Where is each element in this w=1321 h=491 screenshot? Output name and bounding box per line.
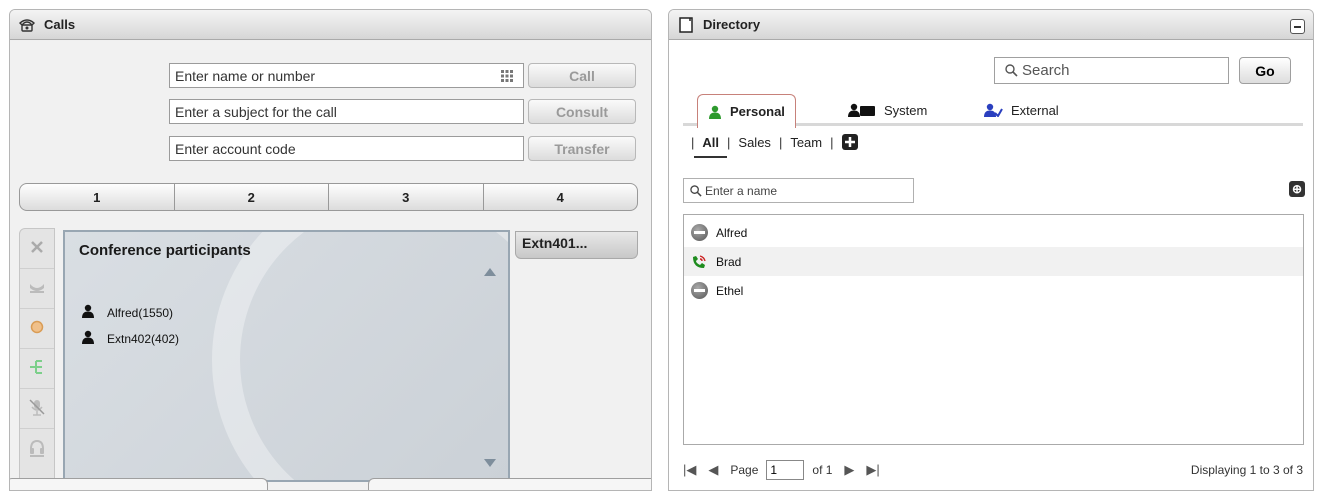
keypad-icon[interactable] bbox=[500, 69, 514, 83]
mute-button[interactable] bbox=[20, 389, 54, 429]
transfer-button[interactable]: Transfer bbox=[528, 136, 636, 161]
subtab-separator: | bbox=[830, 134, 834, 150]
on-call-phone-icon bbox=[690, 253, 708, 271]
line-3-tab[interactable]: 3 bbox=[329, 184, 484, 210]
hold-button[interactable] bbox=[20, 269, 54, 309]
personal-person-icon bbox=[708, 105, 722, 119]
contact-row-brad[interactable]: Brad bbox=[684, 247, 1303, 276]
record-icon bbox=[30, 320, 44, 337]
handset-icon bbox=[28, 280, 46, 297]
subtab-sales[interactable]: Sales bbox=[738, 135, 771, 150]
participant-item: Extn402(402) bbox=[81, 330, 179, 347]
name-filter-placeholder: Enter a name bbox=[705, 183, 778, 198]
directory-panel: Directory Search Go Personal System Exte… bbox=[668, 9, 1314, 491]
subtab-separator: | bbox=[727, 134, 731, 150]
participant-name: Alfred(1550) bbox=[107, 305, 174, 320]
group-subtabs: | All | Sales | Team | bbox=[691, 134, 858, 158]
tab-personal[interactable]: Personal bbox=[697, 94, 796, 128]
line-2-tab[interactable]: 2 bbox=[175, 184, 329, 210]
page-count-label: of 1 bbox=[812, 463, 833, 477]
calls-panel: Calls Call Consult Transfer 1 2 3 4 Conf… bbox=[9, 9, 652, 491]
conference-title: Conference participants bbox=[79, 242, 251, 259]
close-icon bbox=[30, 240, 44, 257]
conference-button[interactable] bbox=[20, 349, 54, 389]
name-filter-input[interactable]: Enter a name bbox=[683, 178, 914, 203]
contact-name: Brad bbox=[716, 254, 742, 269]
do-not-disturb-icon bbox=[690, 282, 708, 300]
tab-personal-label: Personal bbox=[730, 104, 785, 119]
tab-external-label: External bbox=[1011, 102, 1059, 118]
subtab-team[interactable]: Team bbox=[790, 135, 822, 150]
person-icon bbox=[81, 304, 95, 321]
system-users-icon bbox=[848, 103, 876, 117]
contact-row-ethel[interactable]: Ethel bbox=[684, 276, 1303, 305]
tab-system-label: System bbox=[884, 102, 928, 118]
participant-item: Alfred(1550) bbox=[81, 304, 173, 321]
person-icon bbox=[81, 330, 95, 347]
bottom-tab-left[interactable] bbox=[10, 478, 268, 490]
contact-row-alfred[interactable]: Alfred bbox=[684, 218, 1303, 247]
conference-tree-icon bbox=[29, 358, 45, 379]
call-button[interactable]: Call bbox=[528, 63, 636, 88]
line-4-tab[interactable]: 4 bbox=[484, 184, 638, 210]
conference-participants-panel: Conference participants Alfred(1550) Ext… bbox=[63, 230, 510, 482]
go-button[interactable]: Go bbox=[1239, 57, 1291, 84]
subject-input[interactable] bbox=[169, 99, 524, 124]
add-contact-button[interactable]: ⊕ bbox=[1289, 181, 1305, 197]
search-icon bbox=[690, 184, 702, 197]
participant-name: Extn402(402) bbox=[107, 331, 180, 346]
page-number-input[interactable] bbox=[766, 460, 805, 480]
scroll-up-icon[interactable] bbox=[484, 264, 496, 279]
headset-icon bbox=[28, 439, 46, 460]
subtab-separator: | bbox=[778, 134, 783, 150]
consult-button[interactable]: Consult bbox=[528, 99, 636, 124]
headset-button[interactable] bbox=[20, 429, 54, 469]
add-group-icon[interactable] bbox=[841, 134, 858, 150]
directory-header: Directory bbox=[669, 10, 1313, 40]
bottom-tab-right[interactable] bbox=[368, 478, 651, 490]
subtab-all[interactable]: All bbox=[694, 135, 727, 158]
contact-name: Alfred bbox=[716, 225, 748, 240]
previous-page-icon[interactable]: ◀ bbox=[708, 462, 718, 478]
call-tab-extn401[interactable]: Extn401... bbox=[515, 231, 638, 259]
subtab-separator: | bbox=[691, 134, 695, 150]
directory-title: Directory bbox=[703, 17, 761, 32]
line-1-tab[interactable]: 1 bbox=[20, 184, 175, 210]
external-contact-icon bbox=[983, 103, 1003, 117]
directory-tabs: Personal System External bbox=[683, 94, 1303, 128]
last-page-icon[interactable]: ▶| bbox=[866, 462, 879, 478]
first-page-icon[interactable]: |◀ bbox=[683, 462, 696, 478]
minimize-button[interactable] bbox=[1290, 19, 1305, 34]
drop-call-button[interactable] bbox=[20, 229, 54, 269]
scroll-down-icon[interactable] bbox=[484, 455, 496, 470]
next-page-icon[interactable]: ▶ bbox=[844, 462, 854, 478]
search-icon bbox=[1005, 64, 1018, 77]
calls-body: Call Consult Transfer 1 2 3 4 Conference… bbox=[10, 41, 651, 490]
plus-icon: ⊕ bbox=[1291, 182, 1303, 196]
page-label: Page bbox=[730, 463, 759, 477]
pager: |◀ ◀ Page of 1 ▶ ▶| Displaying 1 to 3 of… bbox=[683, 458, 1303, 482]
account-code-input[interactable] bbox=[169, 136, 524, 161]
record-button[interactable] bbox=[20, 309, 54, 349]
phone-icon bbox=[18, 17, 36, 33]
contact-list: Alfred Brad Ethel bbox=[683, 214, 1304, 445]
do-not-disturb-icon bbox=[690, 224, 708, 242]
directory-search-input[interactable]: Search bbox=[994, 57, 1229, 84]
name-number-input[interactable] bbox=[169, 63, 524, 88]
call-actions-sidebar bbox=[19, 228, 55, 482]
calls-header: Calls bbox=[10, 10, 651, 40]
tab-system[interactable]: System bbox=[838, 94, 937, 126]
tab-external[interactable]: External bbox=[973, 94, 1069, 126]
search-placeholder: Search bbox=[1022, 62, 1070, 79]
mute-microphone-icon bbox=[29, 398, 45, 419]
line-selector: 1 2 3 4 bbox=[19, 183, 638, 211]
displaying-count: Displaying 1 to 3 of 3 bbox=[1190, 463, 1303, 477]
calls-title: Calls bbox=[44, 17, 76, 32]
contact-name: Ethel bbox=[716, 283, 744, 298]
notepad-icon bbox=[677, 16, 695, 33]
